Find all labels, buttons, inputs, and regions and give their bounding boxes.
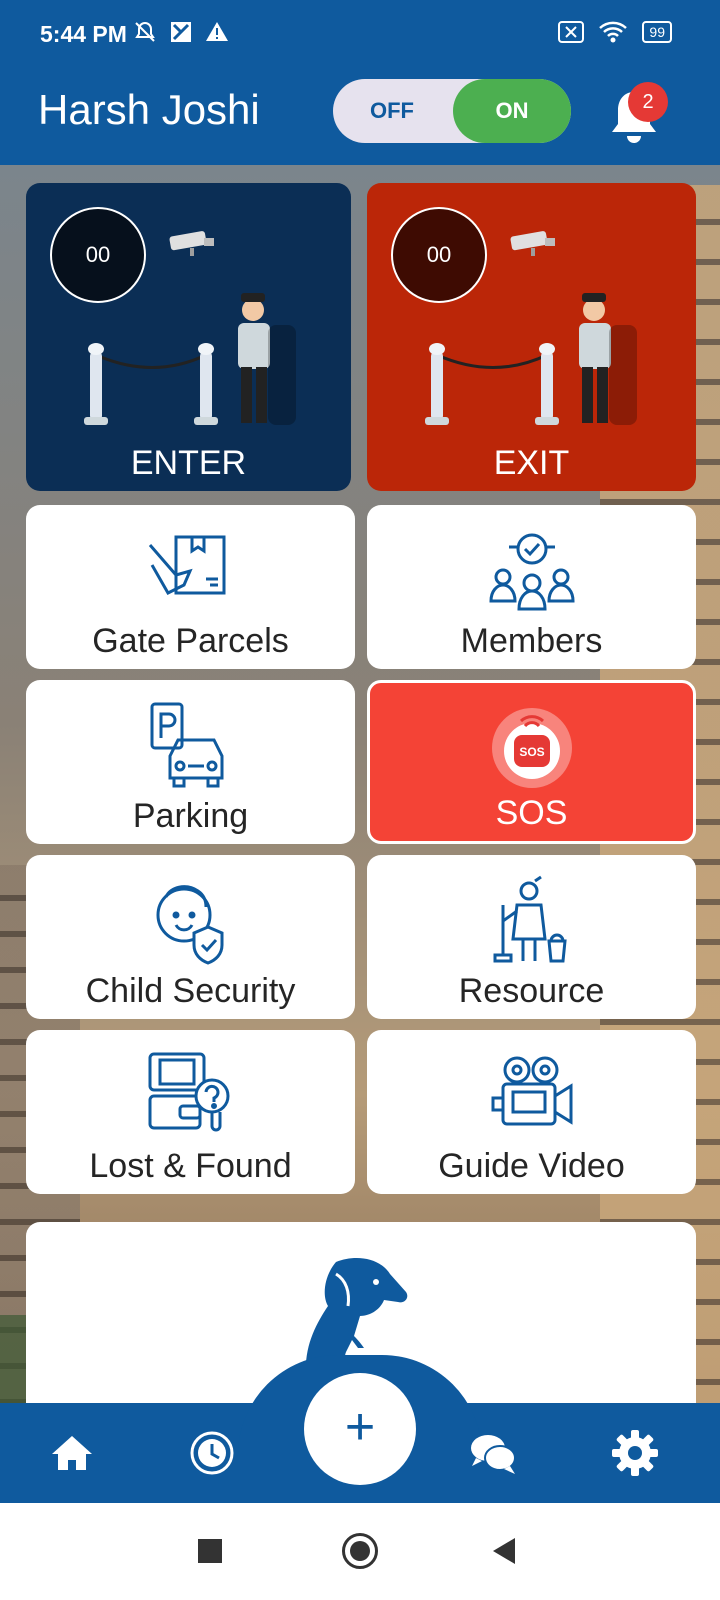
guard-barrier-illustration	[84, 293, 296, 425]
gate-parcels-label: Gate Parcels	[92, 622, 289, 660]
toggle-off-label[interactable]: OFF	[333, 79, 451, 143]
chat-icon[interactable]	[468, 1428, 518, 1478]
status-bar: 5:44 PM 99	[0, 0, 720, 68]
parking-car-icon	[150, 702, 223, 788]
exit-gate-card[interactable]: 00 EXIT	[367, 183, 696, 491]
gate-parcels-tile[interactable]: Gate Parcels	[26, 505, 355, 669]
app-header: Harsh Joshi OFF ON 2	[0, 68, 720, 165]
settings-gear-icon[interactable]	[610, 1428, 660, 1478]
warning-icon	[206, 22, 228, 41]
members-label: Members	[460, 622, 603, 660]
wifi-icon	[599, 21, 628, 43]
lost-found-label: Lost & Found	[89, 1147, 292, 1185]
status-time: 5:44 PM	[40, 21, 127, 47]
back-button[interactable]	[493, 1538, 515, 1564]
mute-notification-icon	[135, 21, 155, 42]
sos-alarm-icon: SOS	[491, 708, 572, 788]
child-security-label: Child Security	[85, 972, 296, 1010]
home-button[interactable]	[342, 1533, 378, 1569]
resource-label: Resource	[458, 972, 605, 1010]
home-icon[interactable]	[47, 1428, 97, 1478]
child-security-icon	[156, 885, 223, 965]
sos-icon-text: SOS	[519, 745, 544, 759]
lost-found-tile[interactable]: Lost & Found	[26, 1030, 355, 1194]
recents-button[interactable]	[198, 1539, 222, 1563]
guide-video-tile[interactable]: Guide Video	[367, 1030, 696, 1194]
enter-gate-card[interactable]: 00 ENTER	[26, 183, 351, 491]
members-tile[interactable]: Members	[367, 505, 696, 669]
sos-tile[interactable]: SOS SOS	[367, 680, 696, 844]
sos-label: SOS	[495, 794, 568, 832]
child-security-tile[interactable]: Child Security	[26, 855, 355, 1019]
guard-barrier-illustration	[425, 293, 637, 425]
duty-toggle[interactable]: OFF ON	[333, 79, 571, 143]
video-camera-icon	[491, 1056, 572, 1126]
no-sim-icon	[558, 21, 585, 43]
toggle-on-label[interactable]: ON	[453, 79, 571, 143]
battery-indicator: 99	[642, 21, 672, 43]
history-icon[interactable]	[187, 1428, 237, 1478]
enter-label: ENTER	[130, 444, 247, 482]
housekeeping-staff-icon	[493, 875, 567, 963]
cctv-camera-icon	[510, 231, 555, 256]
members-icon	[488, 533, 575, 611]
cctv-camera-icon	[169, 231, 214, 256]
notification-badge: 2	[628, 82, 668, 122]
parking-label: Parking	[132, 797, 249, 835]
parking-tile[interactable]: Parking	[26, 680, 355, 844]
exit-label: EXIT	[493, 444, 570, 482]
guide-video-label: Guide Video	[438, 1147, 625, 1185]
parcel-delivery-icon	[148, 535, 225, 595]
system-navigation-bar	[0, 1503, 720, 1600]
add-button[interactable]: +	[304, 1373, 416, 1485]
app-notification-icon	[171, 22, 191, 42]
resource-tile[interactable]: Resource	[367, 855, 696, 1019]
lost-and-found-icon	[148, 1052, 229, 1132]
user-name: Harsh Joshi	[38, 86, 260, 133]
